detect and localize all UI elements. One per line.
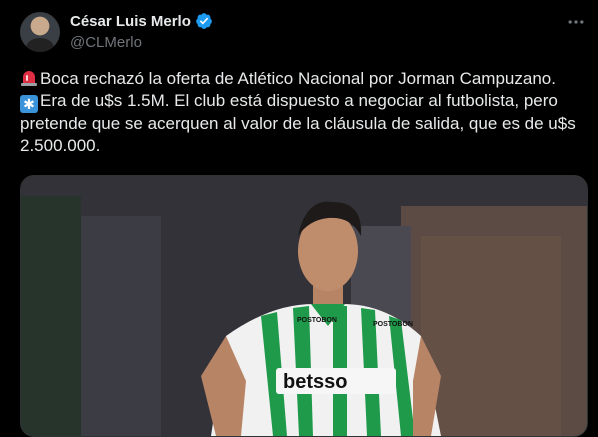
tweet-line-2-text: Era de u$s 1.5M. El club está dispuesto … [20, 91, 576, 155]
asterisk-icon: ✱ [20, 95, 38, 113]
tweet-media-photo[interactable]: betsso POSTOBON POSTOBON [20, 175, 588, 437]
author-row: César Luis Merlo [70, 12, 213, 30]
avatar[interactable] [20, 12, 60, 52]
tweet-line-1: Boca rechazó la oferta de Atlético Nacio… [20, 68, 586, 90]
player-photo: betsso POSTOBON POSTOBON [21, 176, 587, 436]
tweet-line-2: ✱ Era de u$s 1.5M. El club está dispuesto… [20, 90, 586, 157]
author-handle[interactable]: @CLMerlo [70, 34, 142, 51]
jersey-brand-right: POSTOBON [373, 321, 413, 328]
jersey-brand-left: POSTOBON [297, 317, 337, 324]
tweet-text: Boca rechazó la oferta de Atlético Nacio… [20, 68, 586, 157]
tweet-line-1-text: Boca rechazó la oferta de Atlético Nacio… [40, 69, 556, 88]
rotating-light-icon [21, 71, 37, 86]
verified-badge-icon [195, 13, 212, 29]
more-options-icon[interactable] [566, 12, 586, 32]
jersey-sponsor-text: betsso [283, 371, 347, 393]
display-name[interactable]: César Luis Merlo [70, 13, 191, 30]
